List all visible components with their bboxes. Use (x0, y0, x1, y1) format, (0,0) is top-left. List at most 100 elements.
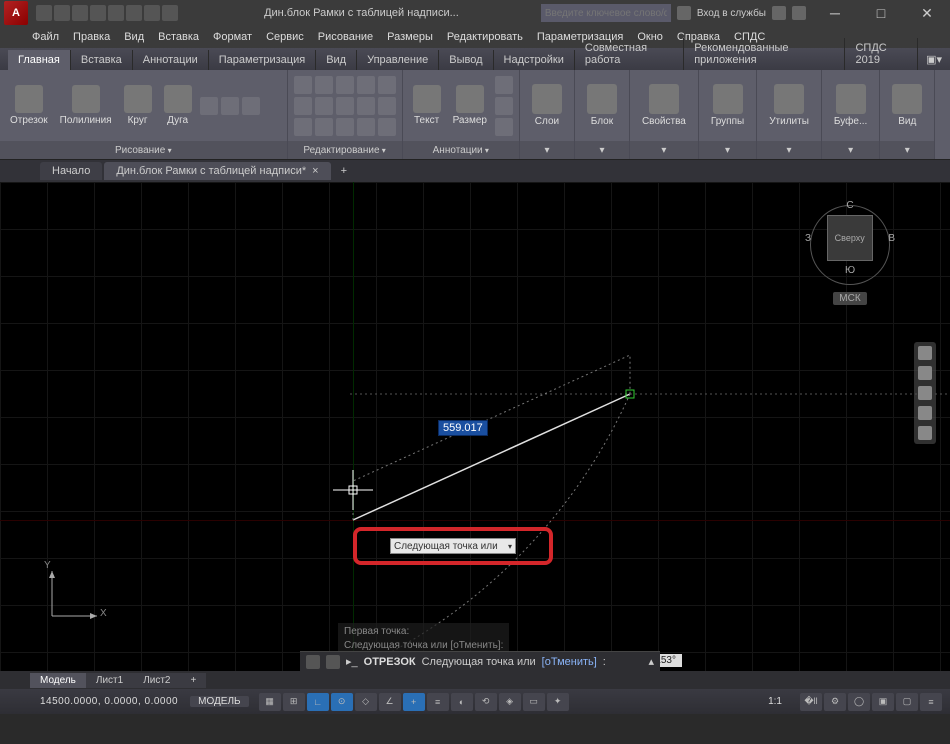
offset-icon[interactable] (294, 118, 312, 136)
ribbon-tab-spds[interactable]: СПДС 2019 (845, 38, 918, 70)
tool-line[interactable]: Отрезок (6, 83, 52, 128)
properties-button[interactable]: Свойства (638, 82, 690, 129)
modify-tool-icon[interactable] (336, 118, 354, 136)
erase-icon[interactable] (378, 97, 396, 115)
status-coordinates[interactable]: 14500.0000, 0.0000, 0.0000 (0, 696, 190, 707)
status-workspace-icon[interactable]: ⚙ (824, 693, 846, 711)
layout-tab-sheet1[interactable]: Лист1 (86, 673, 133, 688)
status-transparency-icon[interactable]: ◐ (451, 693, 473, 711)
tool-polyline[interactable]: Полилиния (56, 83, 116, 128)
menu-modify[interactable]: Редактировать (441, 28, 529, 46)
status-dyn-icon[interactable]: + (403, 693, 425, 711)
doc-tab-start[interactable]: Начало (40, 162, 102, 180)
viewcube-wcs-badge[interactable]: МСК (833, 292, 866, 305)
trim-icon[interactable] (336, 76, 354, 94)
status-cleanscreen-icon[interactable]: ▢ (896, 693, 918, 711)
panel-draw-title[interactable]: Рисование (115, 145, 172, 156)
status-lwt-icon[interactable]: ≡ (427, 693, 449, 711)
groups-button[interactable]: Группы (707, 82, 748, 129)
leader-icon[interactable] (495, 97, 513, 115)
panel-utilities-title[interactable]: ▾ (757, 141, 821, 159)
menu-draw[interactable]: Рисование (312, 28, 379, 46)
qat-undo-icon[interactable] (126, 5, 142, 21)
status-annoscale-icon[interactable]: �ll (800, 693, 822, 711)
exchange-icon[interactable] (772, 6, 786, 20)
clipboard-button[interactable]: Буфе... (830, 82, 871, 129)
viewcube-south[interactable]: Ю (805, 265, 895, 276)
array-icon[interactable] (336, 97, 354, 115)
layout-tab-sheet2[interactable]: Лист2 (133, 673, 180, 688)
qat-redo-icon[interactable] (144, 5, 160, 21)
search-input[interactable] (541, 4, 671, 22)
ribbon-collapse-icon[interactable]: ▣▾ (918, 49, 950, 70)
menu-file[interactable]: Файл (26, 28, 65, 46)
menu-edit[interactable]: Правка (67, 28, 116, 46)
nav-pan-icon[interactable] (918, 366, 932, 380)
ribbon-tab-parametric[interactable]: Параметризация (209, 50, 316, 70)
status-snap-icon[interactable]: ⊞ (283, 693, 305, 711)
copy-icon[interactable] (294, 97, 312, 115)
utilities-button[interactable]: Утилиты (765, 82, 813, 129)
doc-tab-new-button[interactable]: + (333, 162, 355, 180)
signin-icon[interactable] (677, 6, 691, 20)
menu-format[interactable]: Формат (207, 28, 258, 46)
tool-circle[interactable]: Круг (120, 83, 156, 128)
mirror-icon[interactable] (357, 76, 375, 94)
menu-view[interactable]: Вид (118, 28, 150, 46)
scale-icon[interactable] (315, 97, 333, 115)
layers-button[interactable]: Слои (528, 82, 566, 129)
status-otrack-icon[interactable]: ∠ (379, 693, 401, 711)
status-grid-icon[interactable]: ▦ (259, 693, 281, 711)
ribbon-tab-view[interactable]: Вид (316, 50, 357, 70)
annot-tool-icon[interactable] (495, 118, 513, 136)
ribbon-tab-collab[interactable]: Совместная работа (575, 38, 684, 70)
draw-tool-icon[interactable] (221, 97, 239, 115)
app-logo[interactable]: A (4, 1, 28, 25)
maximize-button[interactable]: □ (858, 0, 904, 26)
ribbon-tab-manage[interactable]: Управление (357, 50, 439, 70)
ribbon-tab-insert[interactable]: Вставка (71, 50, 133, 70)
layout-tab-model[interactable]: Модель (30, 673, 86, 688)
viewcube-top-face[interactable]: Сверху (827, 215, 873, 261)
ribbon-tab-featured[interactable]: Рекомендованные приложения (684, 38, 845, 70)
panel-modify-title[interactable]: Редактирование (303, 145, 385, 156)
help-icon[interactable] (792, 6, 806, 20)
qat-plot-icon[interactable] (108, 5, 124, 21)
close-button[interactable]: ✕ (904, 0, 950, 26)
draw-tool-icon[interactable] (242, 97, 260, 115)
nav-wheel-icon[interactable] (918, 346, 932, 360)
panel-layers-title[interactable]: ▾ (520, 141, 574, 159)
menu-tools[interactable]: Сервис (260, 28, 310, 46)
rotate-icon[interactable] (315, 76, 333, 94)
modify-tool-icon[interactable] (357, 118, 375, 136)
panel-properties-title[interactable]: ▾ (630, 141, 698, 159)
panel-clipboard-title[interactable]: ▾ (822, 141, 879, 159)
nav-zoom-icon[interactable] (918, 386, 932, 400)
qat-save-icon[interactable] (72, 5, 88, 21)
status-dview-icon[interactable]: ▭ (523, 693, 545, 711)
status-osnap-icon[interactable]: ◇ (355, 693, 377, 711)
status-scale[interactable]: 1:1 (760, 696, 790, 707)
dynamic-input-dropdown-icon[interactable]: ▾ (508, 542, 512, 551)
draw-tool-icon[interactable] (200, 97, 218, 115)
tool-arc[interactable]: Дуга (160, 83, 196, 128)
status-customize-icon[interactable]: ≡ (920, 693, 942, 711)
qat-open-icon[interactable] (54, 5, 70, 21)
qat-new-icon[interactable] (36, 5, 52, 21)
cmdline-recent-icon[interactable]: ▴ (648, 655, 654, 668)
move-icon[interactable] (294, 76, 312, 94)
status-3dosnap-icon[interactable]: ◈ (499, 693, 521, 711)
panel-annot-title[interactable]: Аннотации (433, 145, 489, 156)
fillet-icon[interactable] (378, 76, 396, 94)
dynamic-input[interactable]: Следующая точка или ▾ (390, 538, 516, 554)
ribbon-tab-output[interactable]: Вывод (439, 50, 493, 70)
block-button[interactable]: Блок (583, 82, 621, 129)
menu-insert[interactable]: Вставка (152, 28, 205, 46)
doc-tab-close-icon[interactable]: × (312, 165, 318, 177)
cmdline-customize-icon[interactable] (326, 655, 340, 669)
view-button[interactable]: Вид (888, 82, 926, 129)
ribbon-tab-annotate[interactable]: Аннотации (133, 50, 209, 70)
cmdline-option[interactable]: [оТменить] (542, 656, 597, 668)
menu-dimension[interactable]: Размеры (381, 28, 439, 46)
panel-view-title[interactable]: ▾ (880, 141, 934, 159)
